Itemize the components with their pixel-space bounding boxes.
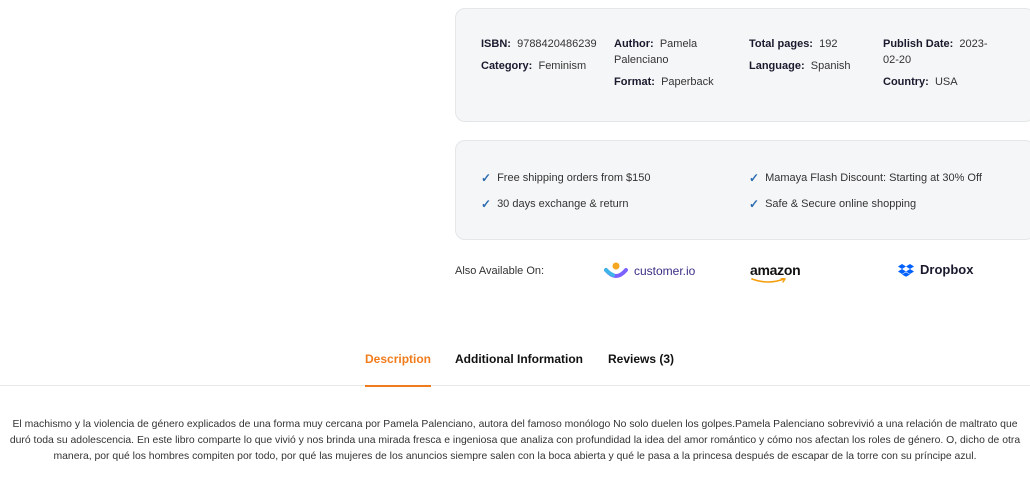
feature-item: ✓ 30 days exchange & return bbox=[481, 197, 629, 211]
country-value: USA bbox=[934, 76, 958, 88]
tab-description-label: Description bbox=[365, 352, 432, 366]
feature-text: Free shipping orders from $150 bbox=[497, 172, 651, 184]
product-tabs: Description Additional Information Revie… bbox=[0, 352, 1030, 387]
author-label: Author: bbox=[614, 38, 654, 50]
shop-features-card: ✓ Free shipping orders from $150 ✓ Mamay… bbox=[455, 140, 1030, 240]
check-icon: ✓ bbox=[749, 197, 760, 211]
feature-text: Mamaya Flash Discount: Starting at 30% O… bbox=[765, 172, 982, 184]
dropbox-name: Dropbox bbox=[920, 262, 974, 277]
author-value-line1: Pamela bbox=[659, 38, 698, 50]
meta-column-1: ISBN: 9788420486239 Category: Feminism bbox=[481, 36, 597, 74]
amazon-name: amazon bbox=[750, 262, 801, 278]
format-label: Format: bbox=[614, 76, 655, 88]
amazon-link[interactable]: amazon bbox=[750, 262, 801, 284]
feature-text: 30 days exchange & return bbox=[497, 198, 629, 210]
dropbox-link[interactable]: Dropbox bbox=[898, 262, 973, 277]
pages-value: 192 bbox=[819, 38, 838, 50]
description-text: El machismo y la violencia de género exp… bbox=[9, 419, 1021, 462]
meta-column-3: Total pages: 192 Language: Spanish bbox=[749, 36, 851, 74]
isbn-label: ISBN: bbox=[481, 38, 511, 50]
book-details-card: ISBN: 9788420486239 Category: Feminism A… bbox=[455, 8, 1030, 122]
customerio-name: customer.io bbox=[634, 264, 696, 278]
publish-date-value-line2: 02-20 bbox=[883, 54, 912, 66]
dropbox-logo-icon bbox=[898, 263, 914, 277]
customerio-link[interactable]: customer.io bbox=[604, 262, 695, 280]
feature-item: ✓ Mamaya Flash Discount: Starting at 30%… bbox=[749, 171, 982, 185]
tab-additional-information[interactable]: Additional Information bbox=[455, 352, 583, 386]
meta-column-2: Author: Pamela Palenciano Format: Paperb… bbox=[614, 36, 714, 90]
tab-reviews-label: Reviews (3) bbox=[608, 352, 675, 366]
meta-column-4: Publish Date: 2023- 02-20 Country: USA bbox=[883, 36, 988, 90]
tab-reviews[interactable]: Reviews (3) bbox=[608, 352, 674, 386]
also-available-label: Also Available On: bbox=[455, 265, 545, 277]
feature-item: ✓ Safe & Secure online shopping bbox=[749, 197, 916, 211]
check-icon: ✓ bbox=[481, 197, 492, 211]
check-icon: ✓ bbox=[481, 171, 492, 185]
format-value: Paperback bbox=[661, 76, 714, 88]
feature-item: ✓ Free shipping orders from $150 bbox=[481, 171, 651, 185]
check-icon: ✓ bbox=[749, 171, 760, 185]
isbn-value: 9788420486239 bbox=[517, 38, 597, 50]
category-value: Feminism bbox=[538, 60, 587, 72]
active-tab-indicator bbox=[365, 385, 432, 387]
country-label: Country: bbox=[883, 76, 929, 88]
category-label: Category: bbox=[481, 60, 533, 72]
amazon-logo-icon bbox=[751, 278, 787, 283]
language-value: Spanish bbox=[810, 60, 851, 72]
feature-text: Safe & Secure online shopping bbox=[765, 198, 917, 210]
tab-additional-information-label: Additional Information bbox=[455, 352, 583, 366]
customerio-logo-icon bbox=[604, 262, 628, 278]
pages-label: Total pages: bbox=[749, 38, 813, 50]
language-label: Language: bbox=[749, 60, 805, 72]
tab-description[interactable]: Description bbox=[365, 352, 432, 387]
author-value-line2: Palenciano bbox=[614, 54, 669, 66]
publish-date-label: Publish Date: bbox=[883, 38, 954, 50]
publish-date-value-line1: 2023- bbox=[959, 38, 988, 50]
